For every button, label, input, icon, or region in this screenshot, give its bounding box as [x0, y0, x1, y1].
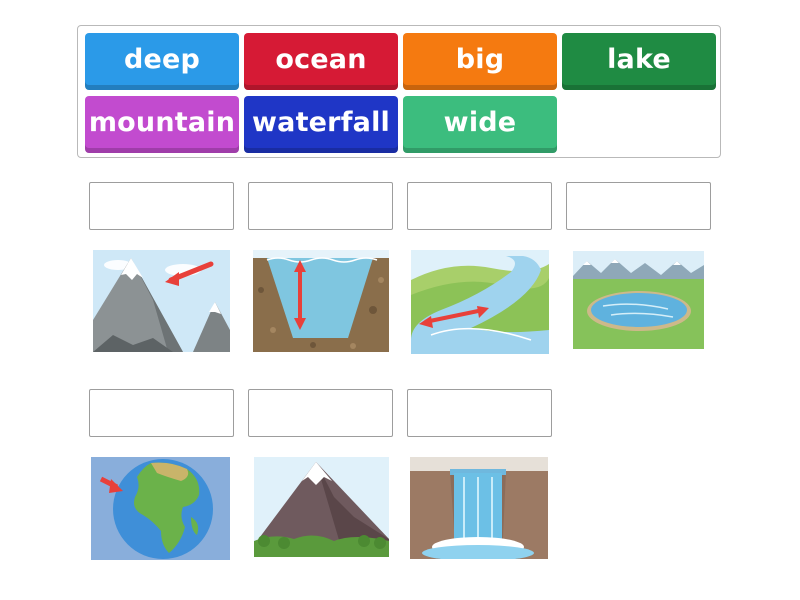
word-tile-label: wide: [443, 106, 517, 138]
word-tile-deep[interactable]: deep: [85, 33, 239, 90]
word-tile-ocean[interactable]: ocean: [244, 33, 398, 90]
word-tile-label: ocean: [275, 43, 367, 75]
word-tile-label: big: [455, 43, 505, 75]
answer-slot-7[interactable]: [407, 389, 552, 437]
waterfall-image: [410, 457, 548, 559]
word-tile-waterfall[interactable]: waterfall: [244, 96, 398, 153]
answer-slot-1[interactable]: [89, 182, 234, 230]
answer-slot-4[interactable]: [566, 182, 711, 230]
answer-slot-5[interactable]: [89, 389, 234, 437]
lake-image: [573, 251, 704, 349]
word-tile-label: waterfall: [252, 106, 390, 138]
wide-river-image: [411, 250, 549, 354]
answer-slot-6[interactable]: [248, 389, 393, 437]
answer-slot-2[interactable]: [248, 182, 393, 230]
word-tile-label: deep: [123, 43, 201, 75]
word-tile-big[interactable]: big: [403, 33, 557, 90]
answer-slot-3[interactable]: [407, 182, 552, 230]
word-tile-lake[interactable]: lake: [562, 33, 716, 90]
word-tile-label: lake: [607, 43, 671, 75]
big-mountain-image: [254, 457, 389, 557]
ocean-globe-image: [91, 457, 230, 560]
word-tile-mountain[interactable]: mountain: [85, 96, 239, 153]
word-tile-label: mountain: [88, 106, 236, 138]
word-tile-wide[interactable]: wide: [403, 96, 557, 153]
word-bank: deep ocean big lake mountain waterfall w…: [77, 25, 721, 158]
deep-water-image: [253, 250, 389, 352]
tall-mountain-image: [93, 250, 230, 352]
